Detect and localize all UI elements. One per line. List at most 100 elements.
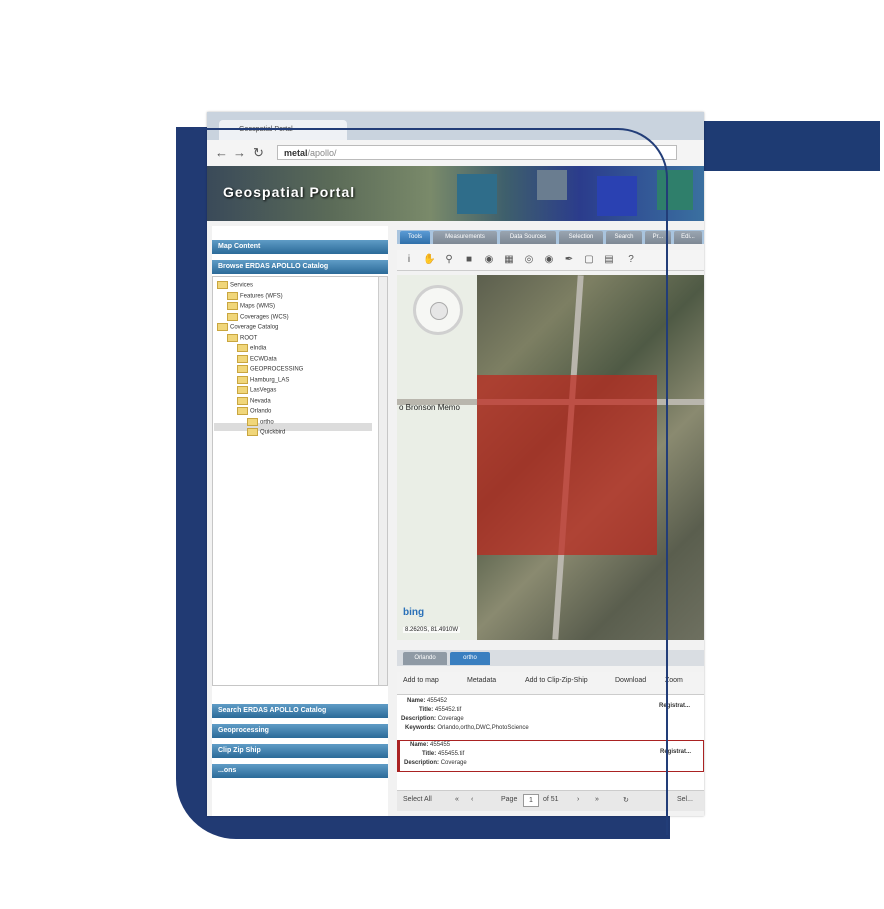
folder-icon [237, 365, 248, 373]
folder-icon [227, 333, 238, 342]
zoom-icon[interactable]: ⚲ [443, 254, 455, 266]
print-icon[interactable]: ▤ [603, 254, 615, 266]
metadata-button[interactable]: Metadata [467, 677, 496, 684]
reload-icon[interactable]: ↻ [253, 146, 264, 160]
tree-node[interactable]: Coverages (WCS) [227, 312, 289, 321]
tree-node[interactable]: Orlando [237, 407, 271, 415]
result-title: Title: 455452.tif [419, 707, 462, 713]
tab-selection[interactable]: Selection [559, 231, 603, 244]
tree-node[interactable]: Quickbird [247, 428, 285, 436]
first-page-icon[interactable]: « [455, 796, 459, 803]
info-icon[interactable]: i [403, 254, 415, 266]
tree-node[interactable]: Hamburg_LAS [237, 375, 289, 384]
page-count: of 51 [543, 796, 559, 803]
draw-icon[interactable]: ✒ [563, 254, 575, 266]
url-host: metal [284, 148, 308, 158]
tab-data-sources[interactable]: Data Sources [500, 231, 556, 244]
banner-image-tile [537, 170, 567, 200]
back-arrow-icon[interactable]: ← [215, 146, 228, 160]
tree-node[interactable]: LasVegas [237, 386, 276, 394]
help-icon[interactable]: ? [625, 254, 637, 266]
add-to-map-button[interactable]: Add to map [403, 677, 439, 684]
add-to-clip-zip-ship-button[interactable]: Add to Clip-Zip-Ship [525, 677, 588, 684]
tree-node-label: ROOT [240, 335, 258, 342]
navigation-wheel[interactable] [413, 285, 463, 335]
tree-scrollbar[interactable] [378, 277, 387, 685]
results-actions: Add to map Metadata Add to Clip-Zip-Ship… [397, 672, 704, 695]
search-catalog-header[interactable]: Search ERDAS APOLLO Catalog [212, 704, 388, 718]
tree-node-label: Orlando [250, 408, 272, 415]
next-page-icon[interactable]: › [577, 796, 579, 803]
map-content-header[interactable]: Map Content [212, 240, 388, 254]
tree-node-label: Coverage Catalog [230, 324, 279, 331]
result-keywords: Keywords: Orlando,ortho,DWC,PhotoScience [405, 725, 529, 731]
tree-node-label: Features (WFS) [240, 293, 283, 300]
zoom-button[interactable]: Zoom [665, 677, 683, 684]
tree-node[interactable]: Coverage Catalog [217, 323, 278, 331]
page-input[interactable]: 1 [523, 794, 539, 807]
tree-node-label: ortho [260, 419, 274, 426]
tree-node[interactable]: ortho [247, 417, 274, 426]
grid-icon[interactable]: ▦ [503, 254, 515, 266]
camera-icon[interactable]: ◉ [543, 254, 555, 266]
url-path: /apollo/ [307, 148, 337, 158]
tab-tools[interactable]: Tools [400, 231, 430, 244]
tree-node-label: Nevada [250, 398, 271, 405]
folder-icon[interactable]: ▢ [583, 254, 595, 266]
tree-node[interactable]: ROOT [227, 333, 258, 342]
tab-orlando[interactable]: Orlando [403, 652, 447, 665]
result-description: Description: Coverage [401, 716, 464, 722]
tree-node[interactable]: Services [217, 281, 253, 289]
tree-node[interactable]: ECWData [237, 354, 277, 363]
bing-logo: bing [403, 607, 425, 618]
map-view[interactable]: o Bronson Memo bing 8.2620S, 81.4910W [397, 275, 704, 640]
forward-arrow-icon[interactable]: → [233, 146, 246, 160]
tab-edi[interactable]: Edi... [674, 231, 702, 244]
pager: Select All « ‹ Page 1 of 51 › » ↻ Sel... [397, 790, 704, 811]
coverage-footprint[interactable] [477, 375, 657, 555]
tree-node[interactable]: Nevada [237, 396, 271, 405]
last-page-icon[interactable]: » [595, 796, 599, 803]
selected-result-row[interactable]: Name: 455455 Title: 455455.tif Descripti… [397, 740, 704, 772]
tree-node-label: Quickbird [260, 429, 286, 436]
banner-image-tile [657, 170, 693, 210]
browse-catalog-header[interactable]: Browse ERDAS APOLLO Catalog [212, 260, 388, 274]
navigation-center[interactable] [430, 302, 448, 320]
left-panel: Map Content Browse ERDAS APOLLO Catalog … [212, 226, 388, 816]
clip-zip-ship-header[interactable]: Clip Zip Ship [212, 744, 388, 758]
layers-icon[interactable]: ◎ [523, 254, 535, 266]
globe-icon[interactable]: ◉ [483, 254, 495, 266]
portal-title: Geospatial Portal [223, 184, 356, 200]
address-bar[interactable]: metal/apollo/ [277, 145, 677, 160]
pan-icon[interactable]: ✋ [423, 254, 435, 266]
panel-header[interactable]: ...ons [212, 764, 388, 778]
browser-tab[interactable]: Geospatial Portal [219, 120, 347, 140]
tree-node[interactable]: Maps (WMS) [227, 302, 275, 310]
tab-pr[interactable]: Pr... [645, 231, 671, 244]
folder-icon [247, 417, 258, 426]
geoprocessing-header[interactable]: Geoprocessing [212, 724, 388, 738]
download-button[interactable]: Download [615, 677, 646, 684]
tree-node-label: Coverages (WCS) [240, 314, 289, 321]
map-toolbar: i ✋ ⚲ ■ ◉ ▦ ◎ ◉ ✒ ▢ ▤ ? [397, 250, 704, 271]
map-street-label: o Bronson Memo [399, 403, 460, 412]
browser-toolbar: ← → ↻ metal/apollo/ [207, 140, 704, 167]
save-icon[interactable]: ■ [463, 254, 475, 266]
tab-search[interactable]: Search [606, 231, 642, 244]
browser-window: Geospatial Portal ← → ↻ metal/apollo/ Ge… [207, 112, 704, 816]
map-coordinates: 8.2620S, 81.4910W [403, 627, 461, 633]
tree-node[interactable]: GEOPROCESSING [237, 365, 303, 373]
tree-node[interactable]: eIndia [237, 344, 266, 352]
tab-ortho[interactable]: ortho [450, 652, 490, 665]
tree-node-label: ECWData [250, 356, 277, 363]
result-name: Name: 455452 [407, 698, 448, 704]
tree-selection-highlight [214, 423, 372, 431]
tab-measurements[interactable]: Measurements [433, 231, 497, 244]
prev-page-icon[interactable]: ‹ [471, 796, 473, 803]
select-all-button[interactable]: Select All [403, 796, 432, 803]
refresh-icon[interactable]: ↻ [623, 796, 629, 804]
folder-icon [237, 354, 248, 363]
result-title: Title: 455455.tif [422, 751, 465, 757]
folder-icon [217, 281, 228, 289]
tree-node[interactable]: Features (WFS) [227, 291, 283, 300]
